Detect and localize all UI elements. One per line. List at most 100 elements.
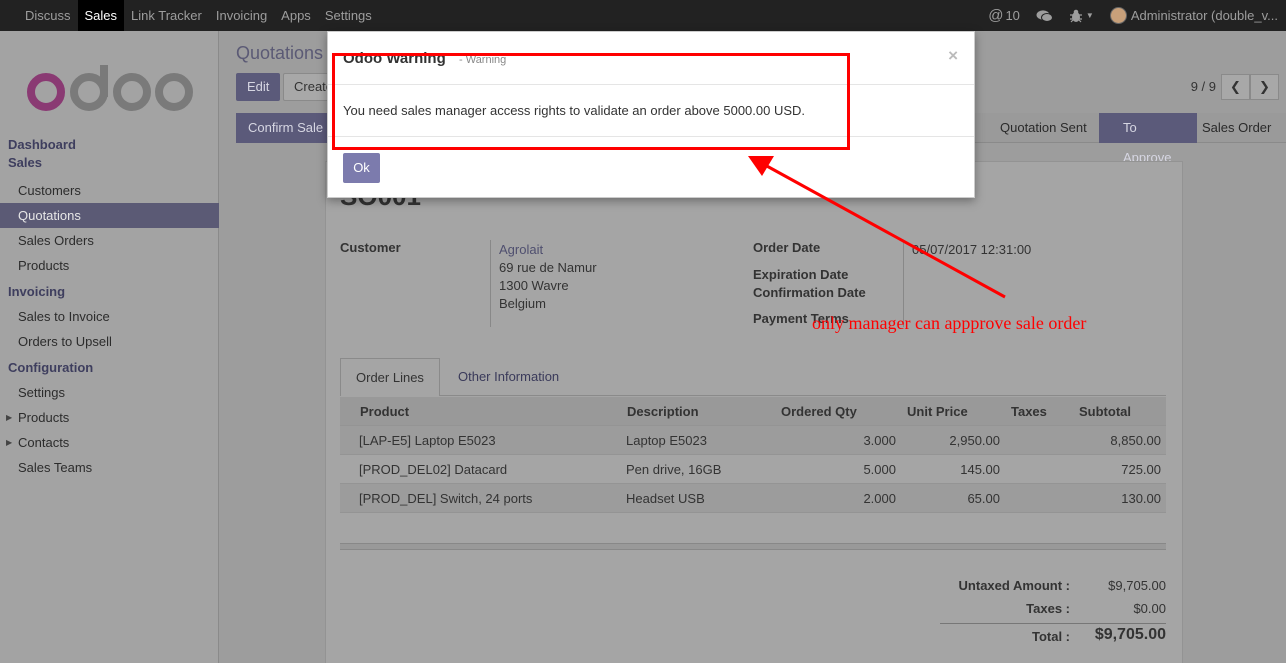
menu-link-tracker[interactable]: Link Tracker [124, 0, 209, 31]
pager-previous-button[interactable]: ❮ [1221, 74, 1250, 100]
sidebar-item-sales-orders[interactable]: Sales Orders [0, 228, 219, 253]
breadcrumb[interactable]: Quotations [236, 43, 323, 64]
order-date-value: 05/07/2017 12:31:00 [912, 242, 1032, 257]
menu-sales[interactable]: Sales [77, 0, 125, 31]
annotation-text: only manager can appprove sale order [812, 313, 1087, 333]
systray: @ 10 ▼ Administrator (double_v... [980, 0, 1286, 31]
col-unit-price[interactable]: Unit Price [907, 397, 968, 426]
sidebar-item-contacts[interactable]: ▶ Contacts [0, 430, 219, 455]
expiration-date-label: Expiration Date [753, 267, 849, 282]
chat-icon [1036, 9, 1053, 22]
user-menu[interactable]: Administrator (double_v... [1102, 0, 1286, 31]
ok-button[interactable]: Ok [343, 153, 380, 183]
col-subtotal[interactable]: Subtotal [1079, 397, 1131, 426]
confirm-sale-button[interactable]: Confirm Sale [236, 113, 336, 143]
cell-subtotal: 130.00 [1121, 491, 1161, 506]
taxes-value: $0.00 [1133, 601, 1166, 616]
customer-name[interactable]: Agrolait [499, 242, 543, 257]
col-taxes[interactable]: Taxes [1011, 397, 1047, 426]
untaxed-amount-value: $9,705.00 [1108, 578, 1166, 593]
sidebar-item-label: Products [18, 410, 70, 425]
order-date-label: Order Date [753, 240, 821, 255]
col-description[interactable]: Description [627, 397, 699, 426]
menu-settings[interactable]: Settings [318, 0, 379, 31]
customer-label: Customer [340, 240, 401, 255]
cell-product: [PROD_DEL02] Datacard [359, 462, 508, 477]
sidebar-item-customers[interactable]: Customers [0, 178, 219, 203]
stage-sales-order[interactable]: Sales Order [1188, 113, 1285, 143]
caret-down-icon: ▼ [1085, 11, 1094, 20]
sidebar: Dashboard Sales Customers Quotations Sal… [0, 31, 219, 663]
pager-value: 9 / 9 [1190, 79, 1216, 94]
cell-description: Laptop E5023 [626, 433, 707, 448]
table-row[interactable]: [LAP-E5] Laptop E5023 Laptop E5023 3.000… [340, 426, 1166, 455]
sidebar-item-config-products[interactable]: ▶ Products [0, 405, 219, 430]
cell-qty: 3.000 [863, 433, 896, 448]
cell-qty: 2.000 [863, 491, 896, 506]
sidebar-header-configuration: Configuration [8, 360, 94, 375]
top-navbar: Discuss Sales Link Tracker Invoicing App… [0, 0, 1286, 31]
top-menu: Discuss Sales Link Tracker Invoicing App… [0, 0, 379, 31]
chevron-left-icon: ❮ [1230, 79, 1241, 94]
at-icon: @ [988, 7, 1004, 24]
sidebar-header-sales: Sales [8, 155, 42, 170]
caret-right-icon: ▶ [6, 438, 13, 447]
sidebar-item-quotations[interactable]: Quotations [0, 203, 219, 228]
cell-product: [PROD_DEL] Switch, 24 ports [359, 491, 533, 506]
confirmation-date-label: Confirmation Date [753, 285, 866, 300]
total-value: $9,705.00 [1094, 626, 1166, 643]
sidebar-item-sales-to-invoice[interactable]: Sales to Invoice [0, 304, 219, 329]
sidebar-item-products[interactable]: Products [0, 253, 219, 278]
edit-button[interactable]: Edit [236, 73, 281, 101]
cell-description: Headset USB [626, 491, 705, 506]
customer-country: Belgium [499, 296, 546, 311]
sidebar-header-invoicing: Invoicing [8, 284, 66, 299]
debug-button[interactable]: ▼ [1061, 0, 1102, 31]
sidebar-item-orders-to-upsell[interactable]: Orders to Upsell [0, 329, 219, 354]
notebook-tabs: Order Lines Other Information [340, 358, 1166, 396]
col-product[interactable]: Product [360, 397, 409, 426]
cell-price: 2,950.00 [949, 433, 1000, 448]
sidebar-item-settings[interactable]: Settings [0, 380, 219, 405]
chat-button[interactable] [1028, 0, 1061, 31]
annotation-highlight-box [332, 53, 850, 150]
col-ordered-qty[interactable]: Ordered Qty [781, 397, 857, 426]
sidebar-nav: Dashboard Sales Customers Quotations Sal… [0, 136, 219, 480]
field-divider [490, 240, 491, 327]
cell-price: 145.00 [960, 462, 1000, 477]
cell-price: 65.00 [967, 491, 1000, 506]
cell-qty: 5.000 [863, 462, 896, 477]
table-header: Product Description Ordered Qty Unit Pri… [340, 397, 1166, 426]
menu-apps[interactable]: Apps [274, 0, 318, 31]
table-row[interactable]: [PROD_DEL02] Datacard Pen drive, 16GB 5.… [340, 455, 1166, 484]
tab-order-lines[interactable]: Order Lines [340, 358, 440, 396]
table-row[interactable]: [PROD_DEL] Switch, 24 ports Headset USB … [340, 484, 1166, 513]
sidebar-item-label: Contacts [18, 435, 70, 450]
tab-other-information[interactable]: Other Information [443, 358, 574, 396]
chevron-right-icon: ❯ [1259, 79, 1270, 94]
order-lines-table: Product Description Ordered Qty Unit Pri… [340, 397, 1166, 513]
menu-discuss[interactable]: Discuss [18, 0, 78, 31]
mentions-count: 10 [1005, 8, 1020, 23]
sidebar-item-sales-teams[interactable]: Sales Teams [0, 455, 219, 480]
cell-description: Pen drive, 16GB [626, 462, 722, 477]
cell-subtotal: 8,850.00 [1110, 433, 1161, 448]
customer-city: 1300 Wavre [499, 278, 569, 293]
close-icon[interactable]: × [948, 46, 958, 66]
mentions-button[interactable]: @ 10 [980, 0, 1028, 31]
odoo-logo-icon [27, 65, 193, 111]
customer-street: 69 rue de Namur [499, 260, 597, 275]
stage-to-approve[interactable]: To Approve [1099, 113, 1197, 165]
caret-right-icon: ▶ [6, 413, 13, 422]
menu-invoicing[interactable]: Invoicing [209, 0, 274, 31]
totals-divider [940, 623, 1166, 624]
bug-icon [1069, 9, 1082, 22]
stage-quotation-sent[interactable]: Quotation Sent [986, 113, 1101, 143]
user-name: Administrator (double_v... [1130, 8, 1278, 23]
pager-next-button[interactable]: ❯ [1250, 74, 1279, 100]
cell-subtotal: 725.00 [1121, 462, 1161, 477]
table-footer [340, 543, 1166, 550]
avatar [1109, 7, 1127, 24]
sidebar-header-dashboard[interactable]: Dashboard [0, 136, 219, 154]
cell-product: [LAP-E5] Laptop E5023 [359, 433, 496, 448]
